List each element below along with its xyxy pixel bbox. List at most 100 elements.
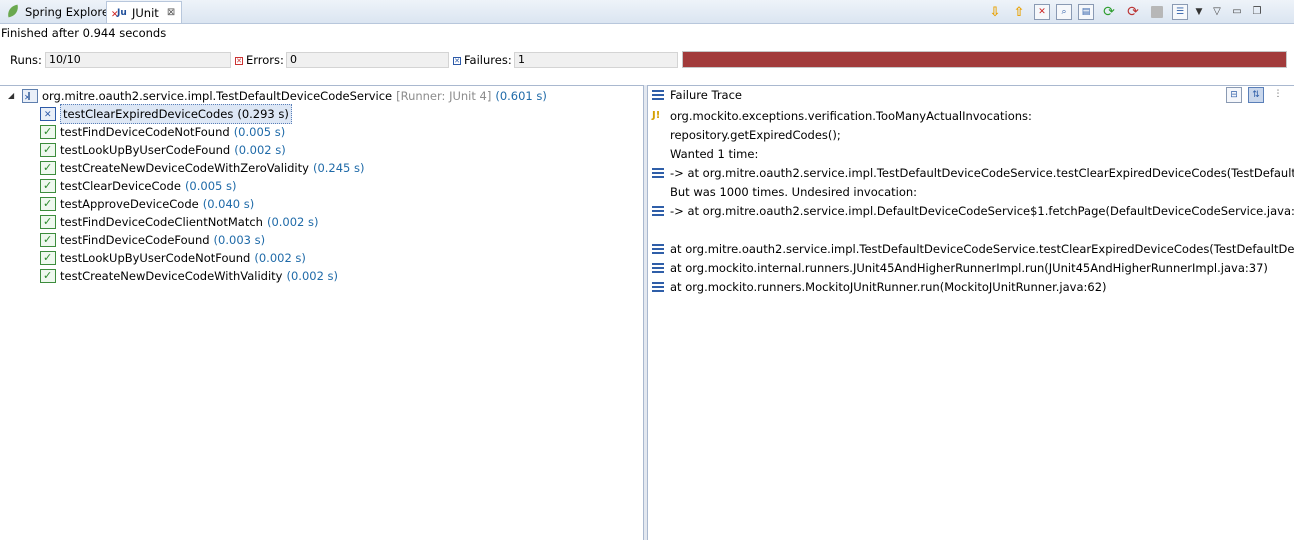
test-row[interactable]: testCreateNewDeviceCodeWithValidity(0.00… — [40, 267, 338, 285]
trace-text: repository.getExpiredCodes(); — [670, 128, 841, 142]
test-row[interactable]: testLookUpByUserCodeNotFound(0.002 s) — [40, 249, 306, 267]
test-label: testCreateNewDeviceCodeWithValidity (0.00… — [60, 267, 338, 285]
test-name: testClearDeviceCode — [60, 179, 181, 193]
compare-result-icon[interactable]: ⊟ — [1226, 87, 1242, 103]
test-passed-icon — [40, 141, 56, 159]
error-icon: ✕ — [235, 57, 243, 65]
rerun-failed-first-icon[interactable]: ⟳ — [1124, 3, 1142, 21]
tab-spring-explorer[interactable]: Spring Explorer — [2, 1, 118, 23]
test-failed-icon — [40, 106, 56, 124]
trace-view-menu-icon[interactable]: ⋮ — [1270, 87, 1286, 103]
trace-text: at org.mitre.oauth2.service.impl.TestDef… — [670, 242, 1294, 256]
trace-text: -> at org.mitre.oauth2.service.impl.Defa… — [670, 204, 1294, 218]
stack-frame-icon — [652, 244, 664, 254]
failure-trace-title: Failure Trace — [670, 88, 742, 102]
tab-label: Spring Explorer — [25, 5, 114, 19]
test-label: testLookUpByUserCodeNotFound (0.002 s) — [60, 249, 306, 267]
failure-icon: ✕ — [453, 57, 461, 65]
test-label: testLookUpByUserCodeFound (0.002 s) — [60, 141, 286, 159]
test-progress-bar — [682, 51, 1287, 68]
spring-leaf-icon — [6, 5, 21, 19]
test-time: (0.002 s) — [254, 251, 306, 265]
stack-frame-icon — [652, 168, 664, 178]
run-status-text: Finished after 0.944 seconds — [1, 26, 167, 40]
trace-text: But was 1000 times. Undesired invocation… — [670, 185, 918, 199]
test-passed-icon — [40, 213, 56, 231]
junit-toolbar: ⇩ ⇧ ✕ ⌕ ▤ ⟳ ⟳ ☰ ▼ ▽ ▭ ❐ — [986, 2, 1264, 22]
test-time: (0.003 s) — [213, 233, 266, 247]
test-passed-icon — [40, 267, 56, 285]
collapse-icon[interactable]: ◢ — [8, 87, 18, 105]
test-label: testCreateNewDeviceCodeWithZeroValidity(… — [60, 159, 365, 177]
trace-text: -> at org.mitre.oauth2.service.impl.Test… — [670, 166, 1294, 180]
trace-text: org.mockito.exceptions.verification.TooM… — [670, 109, 1032, 123]
trace-line[interactable]: at org.mitre.oauth2.service.impl.TestDef… — [652, 240, 1294, 258]
next-failure-icon[interactable]: ⇩ — [986, 3, 1004, 21]
scroll-lock-icon[interactable]: ⌕ — [1056, 4, 1072, 20]
stack-trace-icon — [652, 90, 664, 100]
test-row[interactable]: testClearDeviceCode(0.005 s) — [40, 177, 236, 195]
errors-value: 0 — [286, 52, 449, 68]
trace-toolbar: ⊟ ⇅ ⋮ — [1226, 87, 1286, 103]
test-time: (0.005 s) — [184, 179, 237, 193]
test-row[interactable]: testFindDeviceCodeFound(0.003 s) — [40, 231, 265, 249]
trace-line[interactable]: Wanted 1 time: — [652, 145, 758, 163]
runs-label: Runs: — [10, 53, 42, 67]
suite-row[interactable]: ◢ ✕ org.mitre.oauth2.service.impl.TestDe… — [8, 87, 547, 105]
failure-trace-header: Failure Trace — [652, 86, 742, 104]
progress-fill — [683, 52, 1286, 67]
failure-trace-panel[interactable]: Failure Trace ⊟ ⇅ ⋮ J! org.mockito.except… — [647, 85, 1294, 540]
trace-line[interactable]: -> at org.mitre.oauth2.service.impl.Defa… — [652, 202, 1294, 220]
test-name: testClearExpiredDeviceCodes — [63, 107, 234, 121]
test-time: (0.002 s) — [286, 269, 339, 283]
chevron-down-icon[interactable]: ▼ — [1194, 3, 1204, 21]
trace-line[interactable]: repository.getExpiredCodes(); — [652, 126, 841, 144]
test-name: testFindDeviceCodeFound — [60, 233, 210, 247]
test-name: testLookUpByUserCodeFound — [60, 143, 231, 157]
view-menu-icon[interactable]: ▽ — [1210, 3, 1224, 21]
rerun-test-icon[interactable]: ⟳ — [1100, 3, 1118, 21]
minimize-icon[interactable]: ▭ — [1230, 3, 1244, 21]
stop-icon[interactable] — [1151, 6, 1163, 18]
trace-line[interactable]: at org.mockito.internal.runners.JUnit45A… — [652, 259, 1268, 277]
test-row[interactable]: testApproveDeviceCode(0.040 s) — [40, 195, 254, 213]
trace-line[interactable]: But was 1000 times. Undesired invocation… — [652, 183, 917, 201]
close-icon[interactable]: ⊠ — [167, 7, 175, 18]
test-time: (0.245 s) — [312, 161, 365, 175]
filter-stack-trace-icon[interactable]: ⇅ — [1248, 87, 1264, 103]
layout-menu-icon[interactable]: ☰ — [1172, 4, 1188, 20]
test-label: testFindDeviceCodeNotFound (0.005 s) — [60, 123, 285, 141]
view-tab-bar: Spring Explorer ✕ Ju JUnit ⊠ ⇩ ⇧ ✕ ⌕ ▤ ⟳ … — [0, 0, 1294, 24]
test-row[interactable]: testFindDeviceCodeNotFound(0.005 s) — [40, 123, 285, 141]
tab-label: JUnit — [132, 5, 159, 20]
test-row[interactable]: testFindDeviceCodeClientNotMatch(0.002 s… — [40, 213, 319, 231]
test-label: testFindDeviceCodeFound (0.003 s) — [60, 231, 265, 249]
test-name: testApproveDeviceCode — [60, 197, 199, 211]
test-tree-panel[interactable]: ◢ ✕ org.mitre.oauth2.service.impl.TestDe… — [0, 85, 644, 540]
failures-label: ✕ Failures: — [453, 53, 512, 67]
trace-text: at org.mockito.runners.MockitoJUnitRunne… — [670, 280, 1107, 294]
trace-line[interactable]: J! org.mockito.exceptions.verification.To… — [652, 107, 1032, 125]
test-row[interactable]: testClearExpiredDeviceCodes(0.293 s) — [40, 104, 292, 124]
counters-bar: Runs: 10/10 ✕ Errors: 0 ✕ Failures: 1 — [0, 49, 1294, 71]
test-label: testFindDeviceCodeClientNotMatch (0.002 s… — [60, 213, 319, 231]
test-name: testCreateNewDeviceCodeWithValidity — [60, 269, 283, 283]
previous-failure-icon[interactable]: ⇧ — [1010, 3, 1028, 21]
test-passed-icon — [40, 123, 56, 141]
suite-time: (0.601 s) — [495, 89, 547, 103]
test-row[interactable]: testCreateNewDeviceCodeWithZeroValidity(… — [40, 159, 365, 177]
failures-value: 1 — [514, 52, 678, 68]
tab-junit[interactable]: ✕ Ju JUnit ⊠ — [106, 1, 183, 23]
show-failures-only-icon[interactable]: ✕ — [1034, 4, 1050, 20]
stack-frame-icon — [652, 206, 664, 216]
trace-line[interactable]: at org.mockito.runners.MockitoJUnitRunne… — [652, 278, 1107, 296]
test-passed-icon — [40, 231, 56, 249]
maximize-icon[interactable]: ❐ — [1250, 3, 1264, 21]
test-name: testCreateNewDeviceCodeWithZeroValidity — [60, 161, 309, 175]
test-row[interactable]: testLookUpByUserCodeFound(0.002 s) — [40, 141, 286, 159]
test-name: testFindDeviceCodeClientNotMatch — [60, 215, 263, 229]
test-time: (0.040 s) — [202, 197, 255, 211]
test-history-icon[interactable]: ▤ — [1078, 4, 1094, 20]
trace-line[interactable]: -> at org.mitre.oauth2.service.impl.Test… — [652, 164, 1294, 182]
trace-line[interactable] — [652, 221, 670, 239]
